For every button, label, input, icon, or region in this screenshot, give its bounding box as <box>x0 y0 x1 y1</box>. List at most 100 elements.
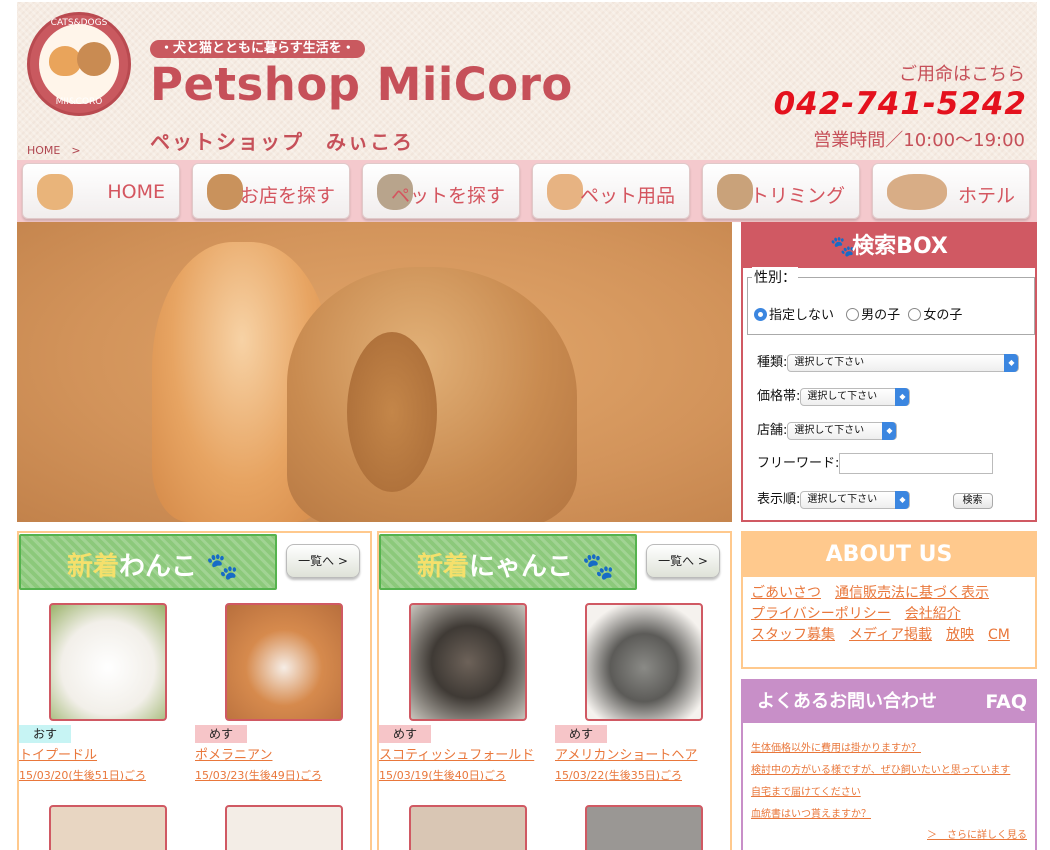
birth-date-link[interactable]: 15/03/20(生後51日)ごろ <box>19 767 146 783</box>
pet-photo[interactable] <box>585 805 703 850</box>
about-link-greeting[interactable]: ごあいさつ <box>751 585 821 601</box>
nav-find-store[interactable]: お店を探す <box>192 163 350 219</box>
paw-icon: 🐾 <box>206 552 239 582</box>
sex-radio-any[interactable] <box>754 308 767 321</box>
breed-link[interactable]: ポメラニアン <box>195 744 272 763</box>
faq-title: よくあるお問い合わせ <box>757 691 937 712</box>
price-select[interactable]: 選択して下さい ◆ <box>800 387 911 406</box>
about-link-tokushoho[interactable]: 通信販売法に基づく表示 <box>835 585 989 601</box>
freeword-input[interactable] <box>839 453 994 474</box>
hero-image <box>17 222 732 522</box>
tagline: ・犬と猫とともに暮らす生活を・ <box>150 40 365 58</box>
site-logo[interactable]: CATS&DOGS MII&CORO <box>27 12 131 116</box>
title-rest: わんこ <box>119 552 198 582</box>
pet-photo[interactable] <box>409 603 527 721</box>
sex-radio-male[interactable] <box>846 308 860 321</box>
nav-label: トリミング <box>749 185 845 207</box>
title-new: 新着 <box>67 552 120 582</box>
sex-legend: 性別： <box>752 267 798 287</box>
about-us-links: ごあいさつ 通信販売法に基づく表示プライバシーポリシー 会社紹介スタッフ募集 メディア… <box>751 583 1031 646</box>
title-new: 新着 <box>417 552 470 582</box>
faq-title-en: FAQ <box>985 691 1027 713</box>
birth-date-link[interactable]: 15/03/23(生後49日)ごろ <box>195 767 322 783</box>
birth-date-link[interactable]: 15/03/22(生後35日)ごろ <box>555 767 682 783</box>
kind-select[interactable]: 選択して下さい ◆ <box>787 353 1020 372</box>
nav-find-pet[interactable]: ペットを探す <box>362 163 520 219</box>
breadcrumb[interactable]: HOME > <box>27 142 81 158</box>
business-hours: 営業時間／10:00〜19:00 <box>813 130 1025 151</box>
nav-label: ペットを探す <box>390 185 505 207</box>
about-link-cm[interactable]: CM <box>988 627 1010 643</box>
cats-list-button[interactable]: 一覧へ > <box>646 544 720 578</box>
store-row: 店舗: 選択して下さい ◆ <box>757 419 898 440</box>
new-dogs-title: 新着わんこ 🐾 <box>19 534 277 590</box>
dog-icon <box>77 42 111 76</box>
about-link-media[interactable]: メディア掲載 <box>849 627 932 643</box>
pet-photo[interactable] <box>225 603 343 721</box>
about-link-recruit[interactable]: スタッフ募集 <box>751 627 835 643</box>
radio-label: 男の子 <box>861 308 901 323</box>
faq-link[interactable]: 検討中の方がいる様ですが、ぜひ飼いたいと思っています <box>751 761 1010 776</box>
pet-photo[interactable] <box>585 603 703 721</box>
pet-photo[interactable] <box>49 805 167 850</box>
sex-badge: めす <box>379 725 431 743</box>
faq-box: よくあるお問い合わせ FAQ 生体価格以外に費用は掛かりますか？ 検討中の方がい… <box>741 679 1037 850</box>
breed-link[interactable]: スコティッシュフォールド <box>379 744 534 763</box>
dog-icon <box>887 174 947 210</box>
store-select[interactable]: 選択して下さい ◆ <box>787 421 898 440</box>
faq-link[interactable]: 自宅まで届けてください <box>751 783 861 798</box>
radio-label: 指定しない <box>769 308 835 323</box>
search-box: 🐾検索BOX 性別： 指定しない 男の子 女の子 種類: 選択して下さい ◆ 価格帯… <box>741 222 1037 522</box>
about-us-title: ABOUT US <box>743 533 1035 577</box>
pet-photo[interactable] <box>49 603 167 721</box>
chevron-updown-icon: ◆ <box>895 490 910 509</box>
breed-link[interactable]: トイプードル <box>19 744 97 763</box>
select-value: 選択して下さい <box>794 424 865 436</box>
dog-icon <box>207 174 243 210</box>
about-link-broadcast[interactable]: 放映 <box>946 627 974 643</box>
faq-more-link[interactable]: ＞ さらに詳しく見る <box>927 826 1027 841</box>
site-title-kana: ペットショップ みぃころ <box>150 130 414 154</box>
chevron-updown-icon: ◆ <box>882 421 897 440</box>
pet-photo[interactable] <box>409 805 527 850</box>
chevron-updown-icon: ◆ <box>1004 353 1019 372</box>
paw-icon: 🐾 <box>582 552 615 582</box>
chevron-updown-icon: ◆ <box>895 387 910 406</box>
nav-pet-supplies[interactable]: ペット用品 <box>532 163 690 219</box>
paw-icon: 🐾 <box>830 234 856 258</box>
about-link-privacy[interactable]: プライバシーポリシー <box>751 606 891 622</box>
site-header: CATS&DOGS MII&CORO ・犬と猫とともに暮らす生活を・ Petsh… <box>17 2 1037 160</box>
search-button[interactable]: 検索 <box>952 493 993 509</box>
sex-radio-female[interactable] <box>908 308 922 321</box>
freeword-label: フリーワード: <box>757 456 840 471</box>
store-label: 店舗: <box>757 423 788 438</box>
contact-label: ご用命はこちら <box>899 64 1025 85</box>
nav-trimming[interactable]: トリミング <box>702 163 860 219</box>
select-value: 選択して下さい <box>807 390 878 402</box>
dogs-list-button[interactable]: 一覧へ > <box>286 544 360 578</box>
kind-label: 種類: <box>757 355 788 370</box>
sex-fieldset: 性別： 指定しない 男の子 女の子 <box>747 267 1035 335</box>
title-rest: にゃんこ <box>469 552 574 582</box>
pet-photo[interactable] <box>225 805 343 850</box>
radio-label: 女の子 <box>923 308 963 323</box>
birth-date-link[interactable]: 15/03/19(生後40日)ごろ <box>379 767 506 783</box>
nav-hotel[interactable]: ホテル <box>872 163 1030 219</box>
faq-link[interactable]: 血統書はいつ貰えますか？ <box>751 805 871 820</box>
nav-home[interactable]: HOME <box>22 163 180 219</box>
about-link-company[interactable]: 会社紹介 <box>905 606 961 622</box>
faq-link[interactable]: 生体価格以外に費用は掛かりますか？ <box>751 739 921 754</box>
price-row: 価格帯: 選択して下さい ◆ <box>757 385 911 406</box>
phone-number[interactable]: 042-741-5242 <box>774 86 1027 122</box>
order-label: 表示順: <box>757 492 801 507</box>
site-title[interactable]: Petshop MiiCoro <box>150 58 573 111</box>
cat-icon <box>37 174 73 210</box>
sex-badge: めす <box>195 725 247 743</box>
about-us-box: ABOUT US ごあいさつ 通信販売法に基づく表示プライバシーポリシー 会社紹介ス… <box>741 531 1037 669</box>
sex-badge: めす <box>555 725 607 743</box>
search-box-header: 🐾検索BOX <box>743 224 1035 268</box>
order-select[interactable]: 選択して下さい ◆ <box>800 490 911 509</box>
nav-label: お店を探す <box>239 185 335 207</box>
breed-link[interactable]: アメリカンショートヘア <box>555 744 697 763</box>
freeword-row: フリーワード: <box>757 452 994 474</box>
